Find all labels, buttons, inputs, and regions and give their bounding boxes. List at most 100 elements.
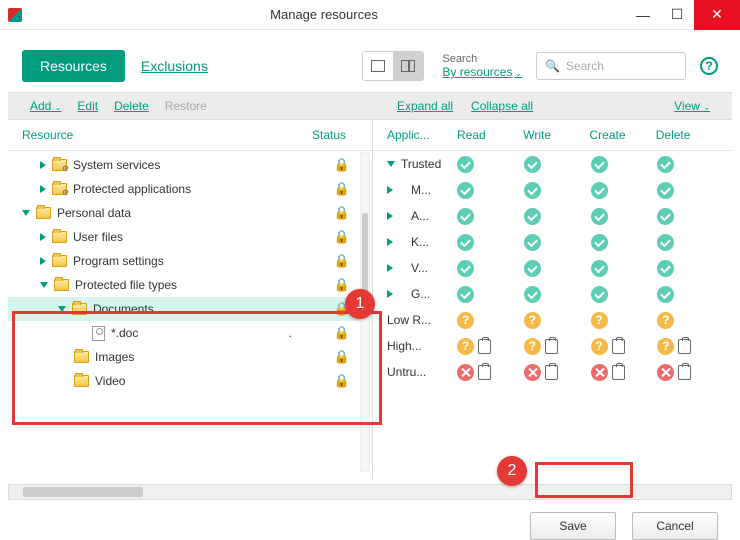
allow-icon[interactable] bbox=[591, 260, 608, 277]
add-button[interactable]: Add ⌄ bbox=[30, 99, 61, 113]
tab-exclusions[interactable]: Exclusions bbox=[141, 58, 208, 74]
permission-cell[interactable]: ? bbox=[524, 312, 591, 329]
header-status[interactable]: Status bbox=[312, 128, 362, 142]
log-icon[interactable] bbox=[678, 365, 691, 380]
allow-icon[interactable] bbox=[591, 234, 608, 251]
permission-cell[interactable] bbox=[457, 156, 524, 173]
permission-cell[interactable] bbox=[657, 156, 724, 173]
allow-icon[interactable] bbox=[457, 156, 474, 173]
tree-row[interactable]: Protected applications🔒 bbox=[8, 177, 372, 201]
collapse-all-button[interactable]: Collapse all bbox=[471, 99, 533, 113]
prompt-icon[interactable]: ? bbox=[591, 312, 608, 329]
log-icon[interactable] bbox=[612, 365, 625, 380]
permission-cell[interactable] bbox=[657, 364, 724, 381]
permission-cell[interactable] bbox=[657, 260, 724, 277]
tree-row[interactable]: Protected file types🔒 bbox=[8, 273, 372, 297]
prompt-icon[interactable]: ? bbox=[457, 338, 474, 355]
tree-expand-icon[interactable] bbox=[22, 210, 30, 216]
allow-icon[interactable] bbox=[524, 286, 541, 303]
tree-expand-icon[interactable] bbox=[40, 257, 46, 265]
permission-cell[interactable]: ? bbox=[524, 338, 591, 355]
log-icon[interactable] bbox=[545, 339, 558, 354]
permission-cell[interactable] bbox=[524, 234, 591, 251]
permission-row[interactable]: A... bbox=[373, 203, 732, 229]
prompt-icon[interactable]: ? bbox=[657, 338, 674, 355]
permission-cell[interactable] bbox=[524, 286, 591, 303]
permission-cell[interactable] bbox=[457, 364, 524, 381]
allow-icon[interactable] bbox=[457, 286, 474, 303]
horizontal-scrollbar[interactable] bbox=[8, 484, 732, 500]
log-icon[interactable] bbox=[478, 365, 491, 380]
permission-row[interactable]: M... bbox=[373, 177, 732, 203]
allow-icon[interactable] bbox=[524, 234, 541, 251]
allow-icon[interactable] bbox=[457, 208, 474, 225]
allow-icon[interactable] bbox=[657, 208, 674, 225]
allow-icon[interactable] bbox=[657, 234, 674, 251]
permission-cell[interactable] bbox=[457, 208, 524, 225]
delete-button[interactable]: Delete bbox=[114, 99, 149, 113]
permission-row[interactable]: Trusted bbox=[373, 151, 732, 177]
permission-cell[interactable]: ? bbox=[657, 312, 724, 329]
log-icon[interactable] bbox=[612, 339, 625, 354]
prompt-icon[interactable]: ? bbox=[457, 312, 474, 329]
permission-cell[interactable] bbox=[591, 234, 658, 251]
permission-cell[interactable] bbox=[524, 364, 591, 381]
allow-icon[interactable] bbox=[657, 260, 674, 277]
header-read[interactable]: Read bbox=[457, 128, 523, 142]
permission-cell[interactable]: ? bbox=[457, 338, 524, 355]
tree-expand-icon[interactable] bbox=[387, 290, 393, 298]
permission-cell[interactable] bbox=[457, 182, 524, 199]
log-icon[interactable] bbox=[545, 365, 558, 380]
tree-expand-icon[interactable] bbox=[387, 161, 395, 167]
edit-button[interactable]: Edit bbox=[77, 99, 98, 113]
permission-cell[interactable] bbox=[657, 182, 724, 199]
minimize-button[interactable]: — bbox=[626, 0, 660, 30]
deny-icon[interactable] bbox=[591, 364, 608, 381]
expand-all-button[interactable]: Expand all bbox=[397, 99, 453, 113]
search-input[interactable]: 🔍 Search bbox=[536, 52, 686, 80]
tab-resources[interactable]: Resources bbox=[22, 50, 125, 82]
prompt-icon[interactable]: ? bbox=[524, 338, 541, 355]
permission-cell[interactable] bbox=[591, 182, 658, 199]
permission-row[interactable]: G... bbox=[373, 281, 732, 307]
tree-row[interactable]: Program settings🔒 bbox=[8, 249, 372, 273]
permission-row[interactable]: V... bbox=[373, 255, 732, 281]
permission-row[interactable]: Untru... bbox=[373, 359, 732, 385]
allow-icon[interactable] bbox=[524, 260, 541, 277]
view-split-button[interactable] bbox=[393, 52, 423, 80]
allow-icon[interactable] bbox=[457, 260, 474, 277]
tree-row[interactable]: User files🔒 bbox=[8, 225, 372, 249]
permission-cell[interactable] bbox=[657, 208, 724, 225]
deny-icon[interactable] bbox=[457, 364, 474, 381]
allow-icon[interactable] bbox=[657, 156, 674, 173]
allow-icon[interactable] bbox=[591, 286, 608, 303]
tree-row[interactable]: Images🔒 bbox=[8, 345, 372, 369]
prompt-icon[interactable]: ? bbox=[657, 312, 674, 329]
allow-icon[interactable] bbox=[591, 208, 608, 225]
deny-icon[interactable] bbox=[524, 364, 541, 381]
permission-cell[interactable] bbox=[657, 286, 724, 303]
allow-icon[interactable] bbox=[591, 182, 608, 199]
view-dropdown[interactable]: View ⌄ bbox=[674, 99, 710, 113]
permission-row[interactable]: High...???? bbox=[373, 333, 732, 359]
permission-cell[interactable] bbox=[591, 260, 658, 277]
permission-cell[interactable] bbox=[524, 208, 591, 225]
header-resource[interactable]: Resource bbox=[22, 128, 312, 142]
permission-cell[interactable] bbox=[457, 260, 524, 277]
header-application[interactable]: Applic... bbox=[387, 128, 457, 142]
restore-button[interactable]: Restore bbox=[165, 99, 207, 113]
permission-cell[interactable] bbox=[591, 286, 658, 303]
tree-row[interactable]: Personal data🔒 bbox=[8, 201, 372, 225]
header-delete[interactable]: Delete bbox=[656, 128, 722, 142]
allow-icon[interactable] bbox=[457, 182, 474, 199]
tree-row[interactable]: Documents🔒 bbox=[8, 297, 372, 321]
permission-cell[interactable] bbox=[591, 156, 658, 173]
log-icon[interactable] bbox=[478, 339, 491, 354]
tree-expand-icon[interactable] bbox=[40, 161, 46, 169]
allow-icon[interactable] bbox=[591, 156, 608, 173]
permission-cell[interactable] bbox=[524, 260, 591, 277]
prompt-icon[interactable]: ? bbox=[591, 338, 608, 355]
cancel-button[interactable]: Cancel bbox=[632, 512, 718, 540]
header-create[interactable]: Create bbox=[590, 128, 656, 142]
permission-row[interactable]: K... bbox=[373, 229, 732, 255]
